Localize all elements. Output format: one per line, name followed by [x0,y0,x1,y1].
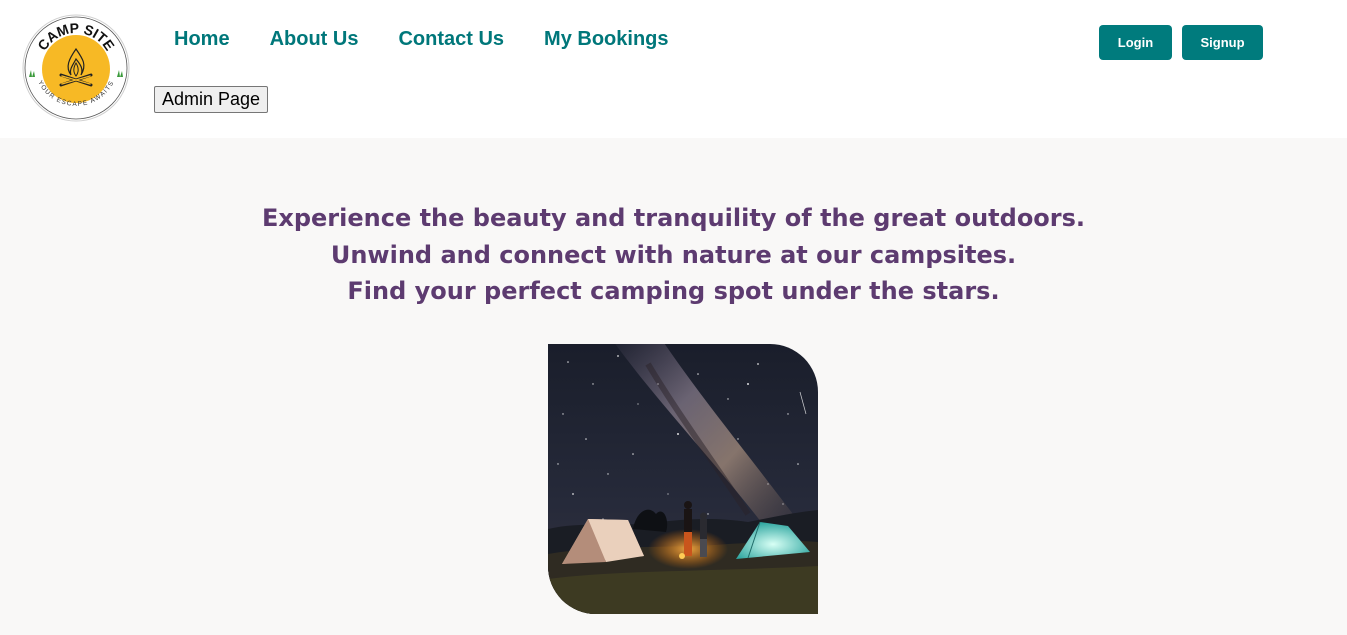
nav-about-us-link[interactable]: About Us [270,26,359,52]
hero-line-1: Experience the beauty and tranquility of… [261,204,1086,232]
hero-line-2: Unwind and connect with nature at our ca… [330,240,1017,269]
login-button[interactable]: Login [1099,25,1172,60]
signup-button[interactable]: Signup [1182,25,1263,60]
campfire-logo-icon: CAMP SITE YOUR ESCAPE AWAITS [22,14,130,122]
hero-line-3: Find your perfect camping spot under the… [347,277,1000,305]
admin-page-button[interactable]: Admin Page [154,86,268,113]
site-header: CAMP SITE YOUR ESCAPE AWAITS Home About … [0,0,1347,138]
campsite-photo-illustration [548,344,818,614]
hero-section: Experience the beauty and tranquility of… [0,200,1347,310]
nav-my-bookings-link[interactable]: My Bookings [544,26,668,52]
main-nav: Home About Us Contact Us My Bookings [174,26,669,52]
camp-site-logo[interactable]: CAMP SITE YOUR ESCAPE AWAITS [21,13,131,123]
starry-night-campsite-image [548,344,818,614]
nav-home-link[interactable]: Home [174,26,230,52]
nav-contact-us-link[interactable]: Contact Us [398,26,504,52]
